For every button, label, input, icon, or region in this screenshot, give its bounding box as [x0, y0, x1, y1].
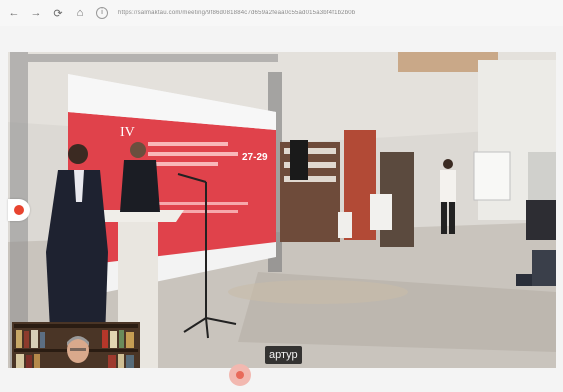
screen-dates: 27-29 — [242, 152, 268, 163]
back-arrow-icon[interactable]: ← — [8, 7, 20, 19]
bottom-control-bar — [0, 368, 563, 392]
main-video-feed[interactable]: IV 27-29 — [8, 52, 556, 368]
home-icon[interactable]: ⌂ — [74, 7, 86, 19]
address-bar[interactable]: https://salmaktau.com/meeting/9f86d08188… — [118, 10, 358, 16]
conference-hall-scene: IV 27-29 — [8, 52, 556, 368]
reload-icon[interactable]: ⟳ — [52, 7, 64, 20]
record-indicator-icon[interactable] — [8, 199, 30, 221]
pin-icon[interactable] — [229, 364, 251, 386]
screen-roman-numeral: IV — [120, 125, 135, 140]
forward-arrow-icon[interactable]: → — [30, 7, 42, 19]
browser-toolbar: ← → ⟳ ⌂ i https://salmaktau.com/meeting/… — [0, 0, 563, 26]
info-icon[interactable]: i — [96, 7, 108, 19]
page-header-space — [0, 26, 563, 52]
participant-name-label: артур — [265, 346, 302, 364]
